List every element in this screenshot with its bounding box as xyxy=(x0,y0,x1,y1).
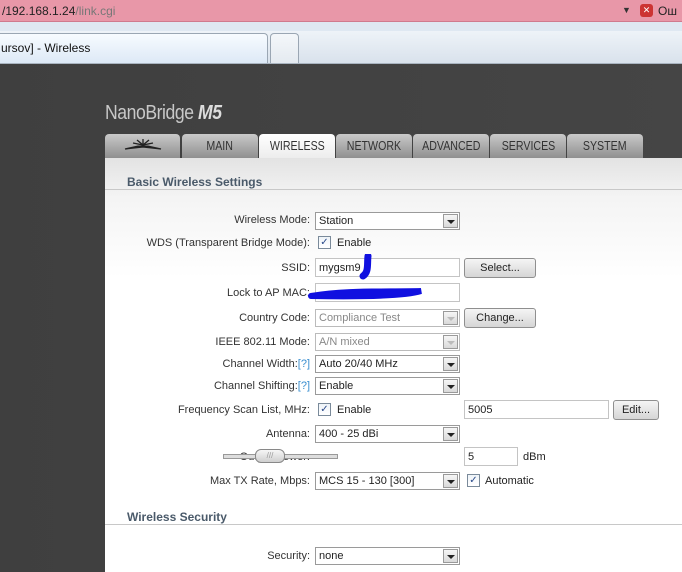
tab-wireless[interactable]: WIRELESS xyxy=(259,134,335,159)
ssid-select-button[interactable]: Select... xyxy=(464,258,536,278)
tab-network[interactable]: NETWORK xyxy=(336,134,412,158)
antenna-label: Antenna: xyxy=(265,428,310,440)
ssid-input[interactable]: mygsm9 xyxy=(315,258,460,277)
output-power-input[interactable]: 5 xyxy=(464,447,518,466)
tab-main[interactable]: MAIN xyxy=(182,134,258,158)
chevron-down-icon xyxy=(443,427,458,441)
max-tx-automatic-checkbox[interactable]: ✓ xyxy=(467,474,480,487)
chevron-down-icon xyxy=(443,335,458,349)
chevron-down-icon xyxy=(443,214,458,228)
address-bar[interactable]: /192.168.1.24/link.cgi ▼ ✕ Ош xyxy=(0,0,682,22)
wds-label: WDS (Transparent Bridge Mode): xyxy=(146,237,310,249)
dropdown-arrow-icon[interactable]: ▼ xyxy=(622,5,631,15)
max-tx-rate-select[interactable]: MCS 15 - 130 [300] xyxy=(315,472,460,490)
chevron-down-icon xyxy=(443,357,458,371)
security-label: Security: xyxy=(267,550,310,562)
country-change-button[interactable]: Change... xyxy=(464,308,536,328)
ieee-mode-label: IEEE 802.11 Mode: xyxy=(215,336,310,348)
freq-scan-enable-text: Enable xyxy=(337,404,372,416)
chevron-down-icon xyxy=(443,474,458,488)
tab-title: ursov] - Wireless xyxy=(1,41,91,55)
ssid-label: SSID: xyxy=(281,262,310,274)
security-select[interactable]: none xyxy=(315,547,460,565)
output-power-unit: dBm xyxy=(523,451,546,463)
wds-checkbox[interactable]: ✓ xyxy=(318,236,331,249)
content-panel: Basic Wireless Settings Wireless Mode: S… xyxy=(105,158,682,572)
channel-shifting-label: Channel Shifting:[?] xyxy=(213,380,310,392)
browser-tab-active[interactable]: ursov] - Wireless xyxy=(0,33,268,63)
divider xyxy=(105,189,682,190)
tab-advanced[interactable]: ADVANCED xyxy=(413,134,489,158)
redaction-mark xyxy=(359,254,372,280)
url-path: /link.cgi xyxy=(75,4,116,18)
freq-scan-label: Frequency Scan List, MHz: xyxy=(177,404,310,416)
wds-enable-text: Enable xyxy=(337,237,372,249)
output-power-slider-handle[interactable]: /// xyxy=(255,449,285,463)
error-label[interactable]: Ош xyxy=(658,4,677,18)
country-code-label: Country Code: xyxy=(239,312,310,324)
ieee-mode-select[interactable]: A/N mixed xyxy=(315,333,460,351)
browser-tab-bar: ursov] - Wireless xyxy=(0,31,682,64)
error-shield-icon: ✕ xyxy=(640,4,653,17)
channel-shifting-select[interactable]: Enable xyxy=(315,377,460,395)
freq-scan-edit-button[interactable]: Edit... xyxy=(613,400,659,420)
channel-width-help-link[interactable]: [?] xyxy=(298,358,310,370)
section-title-security: Wireless Security xyxy=(127,510,227,524)
tab-system[interactable]: SYSTEM xyxy=(567,134,643,158)
freq-scan-checkbox[interactable]: ✓ xyxy=(318,403,331,416)
tab-services[interactable]: SERVICES xyxy=(490,134,566,158)
channel-shifting-help-link[interactable]: [?] xyxy=(298,380,310,392)
lock-ap-mac-label: Lock to AP MAC: xyxy=(227,287,310,299)
antenna-select[interactable]: 400 - 25 dBi xyxy=(315,425,460,443)
chevron-down-icon xyxy=(443,311,458,325)
chevron-down-icon xyxy=(443,549,458,563)
channel-width-select[interactable]: Auto 20/40 MHz xyxy=(315,355,460,373)
max-tx-automatic-text: Automatic xyxy=(485,475,534,487)
url-host: /192.168.1.24 xyxy=(2,4,76,18)
section-title-basic: Basic Wireless Settings xyxy=(127,175,263,189)
divider xyxy=(105,524,682,525)
wireless-mode-label: Wireless Mode: xyxy=(234,214,310,226)
toolbar-strip xyxy=(0,22,682,31)
wireless-mode-select[interactable]: Station xyxy=(315,212,460,230)
freq-scan-input[interactable]: 5005 xyxy=(464,400,609,419)
url-text[interactable]: /192.168.1.24/link.cgi xyxy=(2,4,115,18)
chevron-down-icon xyxy=(443,379,458,393)
new-tab-button[interactable] xyxy=(270,33,299,63)
redaction-mark xyxy=(308,288,422,300)
channel-width-label: Channel Width:[?] xyxy=(222,358,310,370)
product-logo: NanoBridge M5 xyxy=(105,102,222,124)
tab-ubiquiti-logo[interactable] xyxy=(105,134,180,158)
country-code-select[interactable]: Compliance Test xyxy=(315,309,460,327)
ubiquiti-logo-icon xyxy=(124,139,161,150)
max-tx-rate-label: Max TX Rate, Mbps: xyxy=(209,475,310,487)
